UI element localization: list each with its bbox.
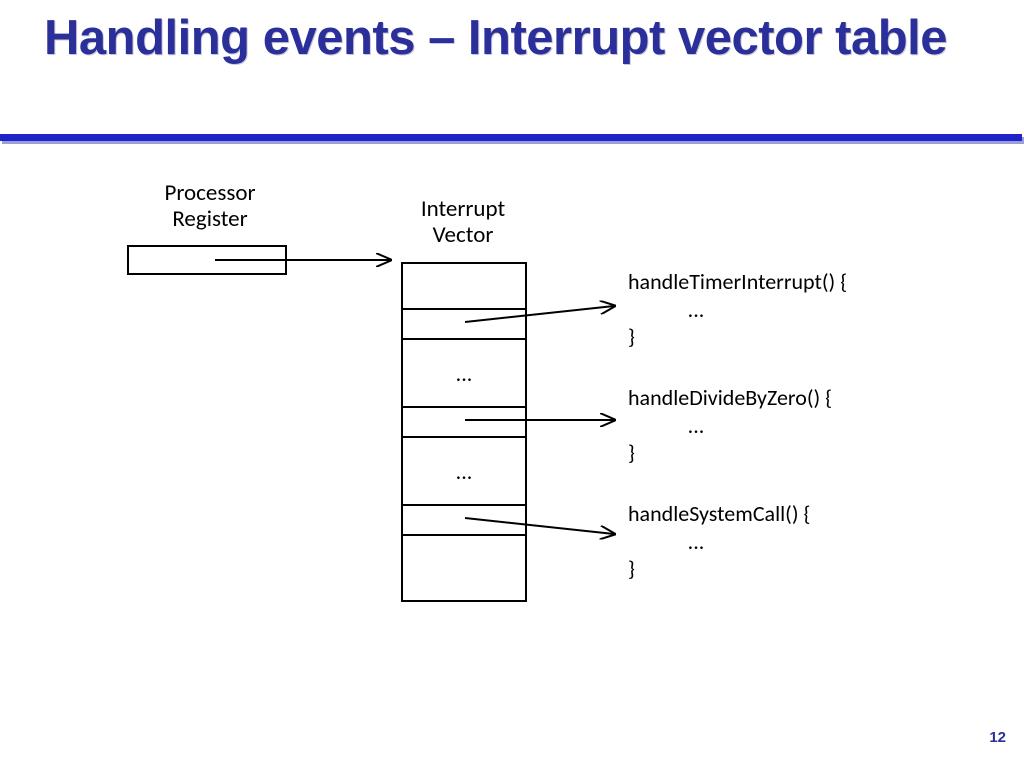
interrupt-vector-label: InterruptVector bbox=[373, 196, 553, 249]
processor-register-box bbox=[127, 245, 287, 275]
vector-cell-5 bbox=[403, 504, 525, 534]
slide-title: Handling events – Interrupt vector table bbox=[44, 12, 947, 65]
interrupt-vector-table: ... ... bbox=[401, 262, 527, 602]
vector-cell-1 bbox=[403, 308, 525, 338]
handler-syscall-code: handleSystemCall() { ... } bbox=[628, 500, 810, 583]
page-number: 12 bbox=[989, 729, 1006, 746]
processor-register-label: ProcessorRegister bbox=[120, 180, 300, 233]
vector-cell-0 bbox=[403, 264, 525, 308]
handler-divzero-code: handleDivideByZero() { ... } bbox=[628, 384, 832, 467]
handler-timer-code: handleTimerInterrupt() { ... } bbox=[628, 268, 847, 351]
vector-cell-4: ... bbox=[403, 436, 525, 504]
vector-cell-3 bbox=[403, 406, 525, 436]
vector-cell-6 bbox=[403, 534, 525, 602]
vector-cell-2: ... bbox=[403, 338, 525, 406]
title-underline bbox=[0, 134, 1024, 144]
